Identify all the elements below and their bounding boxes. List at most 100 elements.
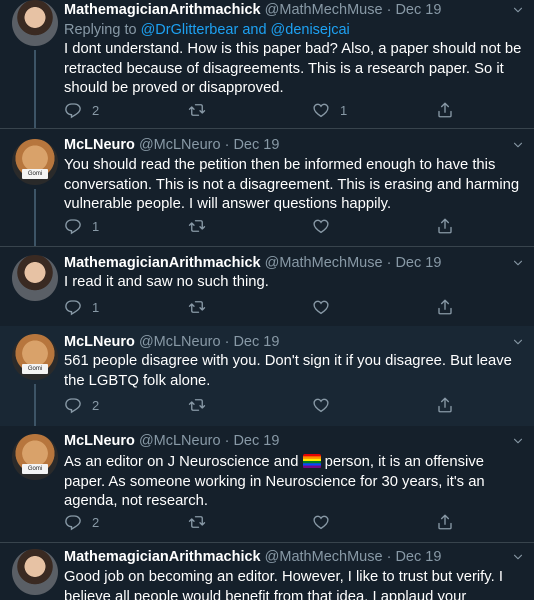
- reply-count: 2: [92, 102, 100, 118]
- timestamp[interactable]: Dec 19: [395, 549, 441, 565]
- reply-icon: [64, 101, 82, 119]
- replying-to-link[interactable]: @DrGlitterbear and @denisejcai: [141, 22, 350, 38]
- replying-to: Replying to @DrGlitterbear and @denisejc…: [64, 22, 350, 38]
- share-button[interactable]: [436, 298, 454, 316]
- reply-button[interactable]: 1: [64, 217, 99, 235]
- heart-icon: [312, 217, 330, 235]
- chevron-down-icon[interactable]: [512, 435, 524, 447]
- display-name[interactable]: McLNeuro: [64, 334, 135, 350]
- like-button[interactable]: [312, 217, 340, 235]
- user-handle[interactable]: @McLNeuro: [139, 334, 221, 350]
- user-handle[interactable]: @MathMechMuse: [265, 2, 383, 18]
- like-button[interactable]: 1: [312, 101, 347, 119]
- retweet-icon: [188, 298, 206, 316]
- chevron-down-icon[interactable]: [512, 336, 524, 348]
- like-button[interactable]: [312, 513, 340, 531]
- reply-icon: [64, 298, 82, 316]
- avatar[interactable]: [12, 549, 58, 595]
- display-name[interactable]: McLNeuro: [64, 137, 135, 153]
- thread-line: [34, 189, 36, 246]
- avatar[interactable]: Gomi: [12, 334, 58, 380]
- avatar[interactable]: [12, 0, 58, 46]
- share-icon: [436, 217, 454, 235]
- tweet-text: 561 people disagree with you. Don't sign…: [64, 353, 512, 389]
- avatar-sign: Gomi: [22, 364, 48, 374]
- retweet-button[interactable]: [188, 217, 216, 235]
- like-button[interactable]: [312, 396, 340, 414]
- reply-count: 2: [92, 514, 100, 530]
- avatar[interactable]: [12, 255, 58, 301]
- separator: ·: [224, 137, 230, 153]
- user-handle[interactable]: @McLNeuro: [139, 433, 221, 449]
- timestamp[interactable]: Dec 19: [233, 334, 279, 350]
- display-name[interactable]: MathemagicianArithmachick: [64, 255, 261, 271]
- share-button[interactable]: [436, 101, 454, 119]
- reply-button[interactable]: 2: [64, 396, 99, 414]
- heart-icon: [312, 513, 330, 531]
- avatar[interactable]: Gomi: [12, 434, 58, 480]
- display-name[interactable]: MathemagicianArithmachick: [64, 2, 261, 18]
- tweet[interactable]: Gomi McLNeuro @McLNeuro · Dec 19 You sho…: [0, 129, 534, 246]
- retweet-button[interactable]: [188, 298, 216, 316]
- retweet-button[interactable]: [188, 101, 216, 119]
- retweet-icon: [188, 513, 206, 531]
- reply-button[interactable]: 1: [64, 298, 99, 316]
- replying-prefix: Replying to: [64, 22, 141, 38]
- tweet-text: I read it and saw no such thing.: [64, 274, 269, 290]
- tweet-text-part: As an editor on J Neuroscience and: [64, 454, 303, 470]
- tweet[interactable]: MathemagicianArithmachick @MathMechMuse …: [0, 0, 534, 128]
- chevron-down-icon[interactable]: [512, 551, 524, 563]
- timestamp[interactable]: Dec 19: [395, 255, 441, 271]
- thread-line: [34, 50, 36, 128]
- tweet-header: McLNeuro @McLNeuro · Dec 19: [64, 334, 279, 350]
- rainbow-flag-icon: [302, 454, 321, 468]
- avatar[interactable]: Gomi: [12, 139, 58, 185]
- tweet[interactable]: Gomi McLNeuro @McLNeuro · Dec 19 561 peo…: [0, 326, 534, 426]
- tweet[interactable]: MathemagicianArithmachick @MathMechMuse …: [0, 247, 534, 326]
- timestamp[interactable]: Dec 19: [395, 2, 441, 18]
- reply-icon: [64, 513, 82, 531]
- share-button[interactable]: [436, 217, 454, 235]
- reply-count: 2: [92, 397, 100, 413]
- separator: ·: [224, 433, 230, 449]
- share-icon: [436, 298, 454, 316]
- retweet-icon: [188, 101, 206, 119]
- retweet-icon: [188, 396, 206, 414]
- share-icon: [436, 396, 454, 414]
- retweet-button[interactable]: [188, 396, 216, 414]
- reply-icon: [64, 217, 82, 235]
- retweet-button[interactable]: [188, 513, 216, 531]
- chevron-down-icon[interactable]: [512, 257, 524, 269]
- tweet-header: MathemagicianArithmachick @MathMechMuse …: [64, 549, 441, 565]
- user-handle[interactable]: @McLNeuro: [139, 137, 221, 153]
- retweet-icon: [188, 217, 206, 235]
- timestamp[interactable]: Dec 19: [233, 137, 279, 153]
- display-name[interactable]: MathemagicianArithmachick: [64, 549, 261, 565]
- share-button[interactable]: [436, 513, 454, 531]
- separator: ·: [224, 334, 230, 350]
- reply-button[interactable]: 2: [64, 101, 99, 119]
- reply-count: 1: [92, 218, 100, 234]
- tweet-text: I dont understand. How is this paper bad…: [64, 41, 522, 96]
- display-name[interactable]: McLNeuro: [64, 433, 135, 449]
- user-handle[interactable]: @MathMechMuse: [265, 255, 383, 271]
- separator: ·: [386, 2, 392, 18]
- chevron-down-icon[interactable]: [512, 4, 524, 16]
- user-handle[interactable]: @MathMechMuse: [265, 549, 383, 565]
- like-button[interactable]: [312, 298, 340, 316]
- share-button[interactable]: [436, 396, 454, 414]
- tweet-actions: 2: [64, 513, 464, 533]
- tweet[interactable]: MathemagicianArithmachick @MathMechMuse …: [0, 543, 534, 600]
- reply-count: 1: [92, 299, 100, 315]
- share-icon: [436, 513, 454, 531]
- reply-button[interactable]: 2: [64, 513, 99, 531]
- avatar-sign: Gomi: [22, 464, 48, 474]
- tweet-header: MathemagicianArithmachick @MathMechMuse …: [64, 2, 441, 18]
- tweet[interactable]: Gomi McLNeuro @McLNeuro · Dec 19 As an e…: [0, 426, 534, 542]
- timestamp[interactable]: Dec 19: [233, 433, 279, 449]
- like-count: 1: [340, 102, 348, 118]
- heart-icon: [312, 101, 330, 119]
- tweet-actions: 1: [64, 298, 464, 318]
- tweet-text: Good job on becoming an editor. However,…: [64, 569, 503, 600]
- chevron-down-icon[interactable]: [512, 139, 524, 151]
